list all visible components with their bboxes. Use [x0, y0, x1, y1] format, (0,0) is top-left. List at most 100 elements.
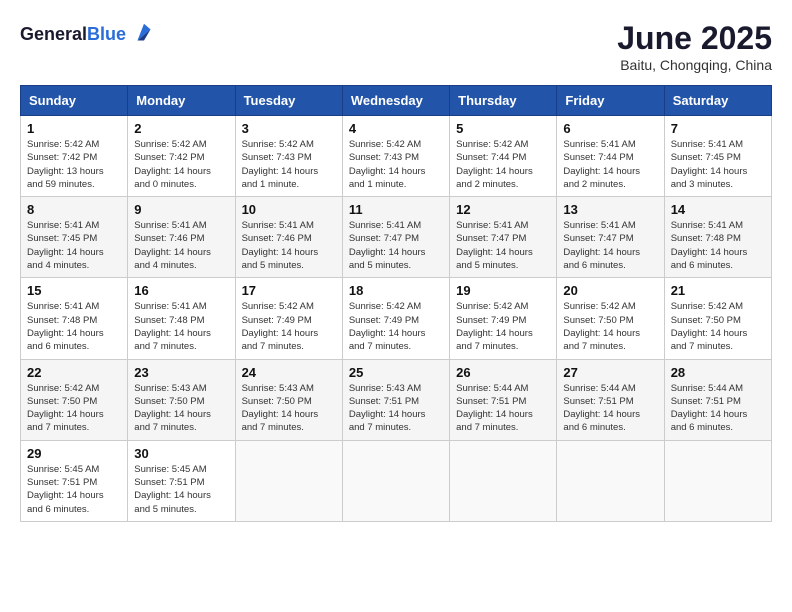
- calendar-cell: 25 Sunrise: 5:43 AMSunset: 7:51 PMDayligh…: [342, 359, 449, 440]
- day-number: 2: [134, 121, 228, 136]
- day-number: 1: [27, 121, 121, 136]
- month-title: June 2025: [617, 20, 772, 57]
- location-title: Baitu, Chongqing, China: [617, 57, 772, 73]
- day-info: Sunrise: 5:41 AMSunset: 7:45 PMDaylight:…: [27, 219, 121, 272]
- week-row-1: 1 Sunrise: 5:42 AMSunset: 7:42 PMDaylight…: [21, 116, 772, 197]
- day-info: Sunrise: 5:41 AMSunset: 7:46 PMDaylight:…: [242, 219, 336, 272]
- calendar-cell: 29 Sunrise: 5:45 AMSunset: 7:51 PMDayligh…: [21, 440, 128, 521]
- day-number: 25: [349, 365, 443, 380]
- day-number: 14: [671, 202, 765, 217]
- day-info: Sunrise: 5:45 AMSunset: 7:51 PMDaylight:…: [27, 463, 121, 516]
- calendar-cell: 27 Sunrise: 5:44 AMSunset: 7:51 PMDayligh…: [557, 359, 664, 440]
- week-row-2: 8 Sunrise: 5:41 AMSunset: 7:45 PMDaylight…: [21, 197, 772, 278]
- day-number: 18: [349, 283, 443, 298]
- day-info: Sunrise: 5:42 AMSunset: 7:49 PMDaylight:…: [456, 300, 550, 353]
- day-number: 12: [456, 202, 550, 217]
- weekday-header-saturday: Saturday: [664, 86, 771, 116]
- weekday-header-tuesday: Tuesday: [235, 86, 342, 116]
- day-number: 4: [349, 121, 443, 136]
- day-info: Sunrise: 5:41 AMSunset: 7:47 PMDaylight:…: [349, 219, 443, 272]
- calendar-cell: 2Sunrise: 5:42 AMSunset: 7:42 PMDaylight…: [128, 116, 235, 197]
- calendar-cell: 14 Sunrise: 5:41 AMSunset: 7:48 PMDayligh…: [664, 197, 771, 278]
- weekday-header-friday: Friday: [557, 86, 664, 116]
- day-info: Sunrise: 5:41 AMSunset: 7:48 PMDaylight:…: [27, 300, 121, 353]
- calendar-cell: 23 Sunrise: 5:43 AMSunset: 7:50 PMDayligh…: [128, 359, 235, 440]
- weekday-header-monday: Monday: [128, 86, 235, 116]
- logo: GeneralBlue: [20, 20, 158, 48]
- day-info: Sunrise: 5:42 AMSunset: 7:50 PMDaylight:…: [27, 382, 121, 435]
- calendar-cell: 4Sunrise: 5:42 AMSunset: 7:43 PMDaylight…: [342, 116, 449, 197]
- day-number: 19: [456, 283, 550, 298]
- day-number: 3: [242, 121, 336, 136]
- week-row-4: 22 Sunrise: 5:42 AMSunset: 7:50 PMDayligh…: [21, 359, 772, 440]
- calendar-cell: 26 Sunrise: 5:44 AMSunset: 7:51 PMDayligh…: [450, 359, 557, 440]
- day-number: 27: [563, 365, 657, 380]
- calendar-cell: 17 Sunrise: 5:42 AMSunset: 7:49 PMDayligh…: [235, 278, 342, 359]
- day-info: Sunrise: 5:41 AMSunset: 7:44 PMDaylight:…: [563, 138, 657, 191]
- day-number: 22: [27, 365, 121, 380]
- day-number: 7: [671, 121, 765, 136]
- calendar-cell: 28Sunrise: 5:44 AMSunset: 7:51 PMDayligh…: [664, 359, 771, 440]
- day-number: 30: [134, 446, 228, 461]
- calendar-cell: 15 Sunrise: 5:41 AMSunset: 7:48 PMDayligh…: [21, 278, 128, 359]
- day-number: 15: [27, 283, 121, 298]
- day-info: Sunrise: 5:43 AMSunset: 7:50 PMDaylight:…: [134, 382, 228, 435]
- calendar-cell: 19 Sunrise: 5:42 AMSunset: 7:49 PMDayligh…: [450, 278, 557, 359]
- calendar-cell: [664, 440, 771, 521]
- weekday-header-thursday: Thursday: [450, 86, 557, 116]
- weekday-header-row: SundayMondayTuesdayWednesdayThursdayFrid…: [21, 86, 772, 116]
- day-number: 17: [242, 283, 336, 298]
- day-number: 10: [242, 202, 336, 217]
- day-number: 11: [349, 202, 443, 217]
- day-info: Sunrise: 5:41 AMSunset: 7:48 PMDaylight:…: [134, 300, 228, 353]
- day-info: Sunrise: 5:45 AMSunset: 7:51 PMDaylight:…: [134, 463, 228, 516]
- calendar-cell: 10 Sunrise: 5:41 AMSunset: 7:46 PMDayligh…: [235, 197, 342, 278]
- day-number: 28: [671, 365, 765, 380]
- day-number: 24: [242, 365, 336, 380]
- day-number: 9: [134, 202, 228, 217]
- day-info: Sunrise: 5:43 AMSunset: 7:51 PMDaylight:…: [349, 382, 443, 435]
- calendar-cell: 3 Sunrise: 5:42 AMSunset: 7:43 PMDaylight…: [235, 116, 342, 197]
- title-area: June 2025 Baitu, Chongqing, China: [617, 20, 772, 73]
- day-number: 26: [456, 365, 550, 380]
- calendar-cell: 11 Sunrise: 5:41 AMSunset: 7:47 PMDayligh…: [342, 197, 449, 278]
- day-info: Sunrise: 5:42 AMSunset: 7:43 PMDaylight:…: [242, 138, 336, 191]
- day-info: Sunrise: 5:41 AMSunset: 7:48 PMDaylight:…: [671, 219, 765, 272]
- day-info: Sunrise: 5:41 AMSunset: 7:47 PMDaylight:…: [563, 219, 657, 272]
- calendar-cell: 21 Sunrise: 5:42 AMSunset: 7:50 PMDayligh…: [664, 278, 771, 359]
- calendar-cell: 18Sunrise: 5:42 AMSunset: 7:49 PMDayligh…: [342, 278, 449, 359]
- calendar-cell: 22 Sunrise: 5:42 AMSunset: 7:50 PMDayligh…: [21, 359, 128, 440]
- calendar-cell: 7 Sunrise: 5:41 AMSunset: 7:45 PMDaylight…: [664, 116, 771, 197]
- day-info: Sunrise: 5:43 AMSunset: 7:50 PMDaylight:…: [242, 382, 336, 435]
- day-number: 29: [27, 446, 121, 461]
- calendar-cell: 24 Sunrise: 5:43 AMSunset: 7:50 PMDayligh…: [235, 359, 342, 440]
- calendar-cell: [450, 440, 557, 521]
- day-info: Sunrise: 5:42 AMSunset: 7:42 PMDaylight:…: [27, 138, 121, 191]
- day-info: Sunrise: 5:42 AMSunset: 7:50 PMDaylight:…: [563, 300, 657, 353]
- calendar-cell: 8 Sunrise: 5:41 AMSunset: 7:45 PMDaylight…: [21, 197, 128, 278]
- day-info: Sunrise: 5:41 AMSunset: 7:45 PMDaylight:…: [671, 138, 765, 191]
- day-info: Sunrise: 5:44 AMSunset: 7:51 PMDaylight:…: [563, 382, 657, 435]
- calendar-cell: [342, 440, 449, 521]
- calendar-cell: 12Sunrise: 5:41 AMSunset: 7:47 PMDayligh…: [450, 197, 557, 278]
- day-info: Sunrise: 5:44 AMSunset: 7:51 PMDaylight:…: [456, 382, 550, 435]
- day-number: 13: [563, 202, 657, 217]
- calendar-cell: 6 Sunrise: 5:41 AMSunset: 7:44 PMDaylight…: [557, 116, 664, 197]
- day-number: 5: [456, 121, 550, 136]
- page-header: GeneralBlue June 2025 Baitu, Chongqing, …: [20, 20, 772, 73]
- day-number: 23: [134, 365, 228, 380]
- day-info: Sunrise: 5:42 AMSunset: 7:50 PMDaylight:…: [671, 300, 765, 353]
- calendar-table: SundayMondayTuesdayWednesdayThursdayFrid…: [20, 85, 772, 522]
- day-info: Sunrise: 5:42 AMSunset: 7:49 PMDaylight:…: [242, 300, 336, 353]
- day-number: 8: [27, 202, 121, 217]
- logo-icon: [130, 20, 158, 48]
- calendar-cell: 5Sunrise: 5:42 AMSunset: 7:44 PMDaylight…: [450, 116, 557, 197]
- week-row-3: 15 Sunrise: 5:41 AMSunset: 7:48 PMDayligh…: [21, 278, 772, 359]
- day-number: 6: [563, 121, 657, 136]
- calendar-cell: 1 Sunrise: 5:42 AMSunset: 7:42 PMDaylight…: [21, 116, 128, 197]
- weekday-header-sunday: Sunday: [21, 86, 128, 116]
- calendar-cell: [235, 440, 342, 521]
- day-number: 20: [563, 283, 657, 298]
- calendar-cell: [557, 440, 664, 521]
- day-number: 21: [671, 283, 765, 298]
